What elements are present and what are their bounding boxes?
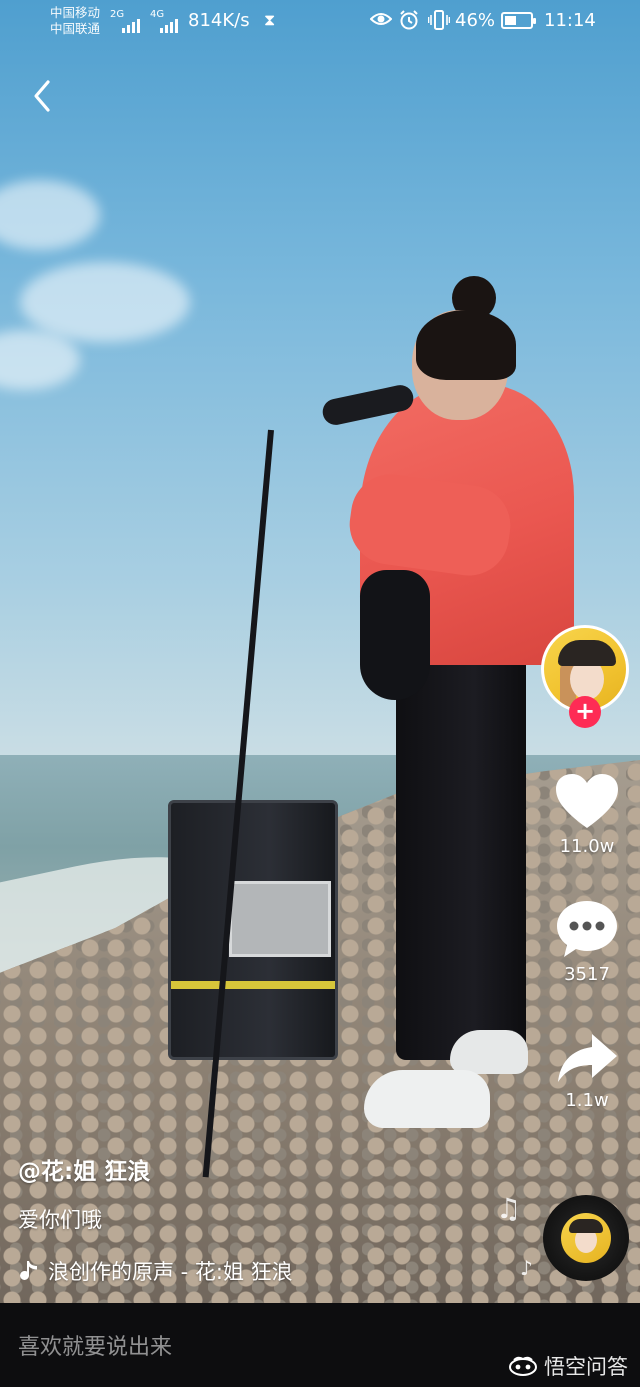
amplifier-panel — [229, 881, 331, 957]
comment-button[interactable]: 3517 — [545, 898, 629, 985]
comment-count: 3517 — [564, 964, 610, 985]
battery-percent: 46% — [455, 10, 496, 31]
battery-icon — [501, 12, 536, 29]
watermark: 悟空问答 — [508, 1351, 628, 1381]
eye-icon — [370, 13, 392, 25]
back-button[interactable] — [22, 72, 62, 120]
guitar — [360, 570, 430, 700]
watermark-text: 悟空问答 — [544, 1355, 628, 1379]
back-arrow-icon — [34, 80, 50, 112]
cloud — [0, 180, 100, 250]
music-note-icon — [20, 1261, 37, 1280]
share-button[interactable]: 1.1w — [545, 1030, 629, 1111]
vibrate-icon — [428, 10, 450, 30]
like-count: 11.0w — [559, 836, 615, 857]
amplifier — [168, 800, 338, 1060]
carrier-labels: 中国移动 中国联通 — [50, 5, 100, 37]
carrier-2: 中国联通 — [50, 21, 101, 36]
network-speed: 814K/s — [188, 10, 250, 31]
plus-icon: + — [574, 697, 596, 725]
hourglass-icon: ⧗ — [264, 10, 276, 29]
author-name[interactable]: @花:姐 狂浪 — [18, 1152, 150, 1186]
video-player-screen: 中国移动 中国联通 2G 4G 814K/s ⧗ 46% 11:14 + 11.… — [0, 0, 640, 1387]
status-bar: 中国移动 中国联通 2G 4G 814K/s ⧗ 46% 11:14 — [0, 0, 640, 42]
disc-cover-hat — [569, 1219, 603, 1233]
alarm-icon — [400, 10, 418, 30]
signal-icon — [160, 12, 180, 33]
carrier-1: 中国移动 — [50, 5, 101, 20]
comment-input[interactable] — [18, 1327, 458, 1367]
singer-shoe — [450, 1030, 528, 1074]
music-title: 浪创作的原声 - 花:姐 狂浪 — [48, 1260, 293, 1284]
like-button[interactable]: 11.0w — [545, 772, 629, 857]
avatar-hat — [558, 640, 616, 666]
comment-bubble-icon — [557, 901, 617, 957]
amplifier-strap — [171, 981, 335, 989]
floating-note-icon: ♪ — [520, 1256, 533, 1280]
cloud — [20, 262, 190, 342]
share-arrow-icon — [558, 1034, 617, 1082]
signal-icon — [122, 12, 142, 33]
wukong-logo-icon — [509, 1356, 537, 1376]
share-count: 1.1w — [565, 1090, 609, 1111]
singer-hair — [416, 310, 516, 380]
heart-icon — [556, 774, 618, 828]
music-disc[interactable] — [543, 1195, 629, 1281]
music-disc-cover — [561, 1213, 611, 1263]
singer-shoe — [364, 1070, 490, 1128]
cloud — [0, 330, 80, 390]
follow-button[interactable]: + — [569, 696, 601, 728]
music-info[interactable]: 浪创作的原声 - 花:姐 狂浪 — [18, 1256, 293, 1286]
floating-note-icon: ♫ — [496, 1192, 522, 1225]
clock: 11:14 — [544, 10, 596, 31]
battery-level — [505, 16, 516, 25]
video-caption: 爱你们哦 — [18, 1208, 102, 1232]
